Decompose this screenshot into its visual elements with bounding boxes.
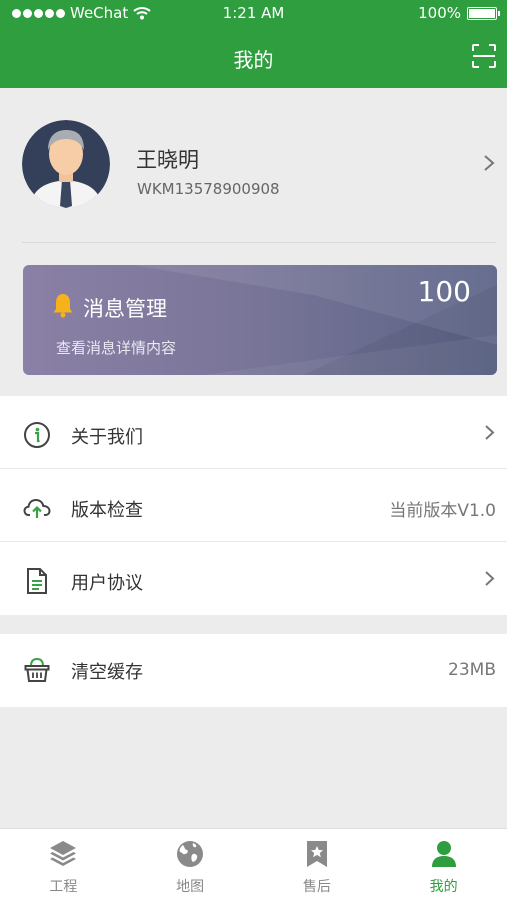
- user-icon: [431, 841, 456, 867]
- tab-label: 地图: [176, 879, 205, 895]
- message-subtitle: 查看消息详情内容: [56, 339, 177, 357]
- cloud-upload-icon: [23, 498, 51, 518]
- scan-icon[interactable]: [471, 43, 497, 69]
- cache-menu: 清空缓存 23MB: [0, 634, 507, 707]
- message-title: 消息管理: [83, 297, 167, 321]
- user-id: WKM13578900908: [137, 180, 280, 198]
- tab-after-sales[interactable]: 售后: [254, 829, 381, 900]
- cache-size: 23MB: [448, 660, 496, 680]
- bookmark-star-icon: [306, 841, 327, 867]
- tab-label: 我的: [429, 879, 458, 895]
- menu-label: 清空缓存: [71, 662, 143, 683]
- battery-icon: [467, 6, 500, 20]
- info-icon: [24, 422, 50, 448]
- layers-icon: [50, 841, 77, 866]
- chevron-right-icon: [484, 155, 495, 171]
- message-card[interactable]: 消息管理 100 查看消息详情内容: [23, 265, 497, 375]
- bell-icon: [53, 294, 73, 318]
- tab-bar: 工程 地图 售后 我的: [0, 828, 507, 900]
- profile-row[interactable]: 王晓明 WKM13578900908: [0, 88, 507, 244]
- menu-item-version-check[interactable]: 版本检查 当前版本V1.0: [0, 469, 507, 542]
- divider: [22, 242, 496, 243]
- user-name: 王晓明: [136, 148, 199, 172]
- nav-bar: 我的: [0, 26, 507, 88]
- menu-label: 用户协议: [71, 573, 143, 594]
- globe-icon: [177, 841, 204, 867]
- menu-item-clear-cache[interactable]: 清空缓存 23MB: [0, 634, 507, 707]
- chevron-right-icon: [485, 571, 495, 586]
- menu-item-about[interactable]: 关于我们: [0, 396, 507, 469]
- battery-percent: 100%: [418, 4, 461, 22]
- settings-menu: 关于我们 版本检查 当前版本V1.0 用户协议: [0, 396, 507, 615]
- tab-label: 工程: [49, 879, 78, 895]
- tab-project[interactable]: 工程: [0, 829, 127, 900]
- chevron-right-icon: [485, 425, 495, 440]
- version-value: 当前版本V1.0: [389, 501, 496, 521]
- menu-label: 版本检查: [71, 500, 143, 521]
- message-count: 100: [417, 275, 471, 308]
- tab-label: 售后: [302, 879, 331, 895]
- document-icon: [27, 568, 47, 594]
- battery-status: 100%: [418, 4, 500, 22]
- tab-mine[interactable]: 我的: [380, 829, 507, 900]
- status-bar: WeChat 1:21 AM 100%: [0, 0, 507, 26]
- avatar: [22, 120, 110, 208]
- page-title: 我的: [233, 48, 274, 72]
- menu-label: 关于我们: [71, 427, 143, 448]
- tab-map[interactable]: 地图: [127, 829, 254, 900]
- menu-item-user-agreement[interactable]: 用户协议: [0, 542, 507, 615]
- basket-icon: [24, 657, 50, 682]
